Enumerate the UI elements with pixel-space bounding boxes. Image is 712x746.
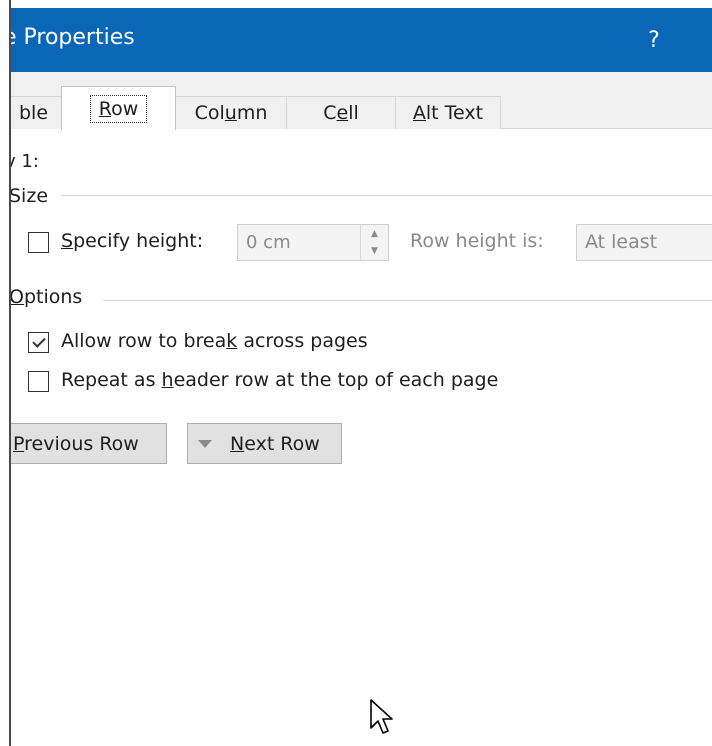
size-group-divider bbox=[61, 195, 712, 196]
row-height-value: 0 cm bbox=[246, 232, 291, 253]
next-row-button[interactable]: Next Row bbox=[187, 423, 342, 464]
row-height-spinner[interactable]: 0 cm ▲ ▼ bbox=[237, 224, 389, 261]
size-group-heading: Size bbox=[11, 185, 48, 207]
size-heading-text: Size bbox=[11, 185, 49, 207]
left-window-edge bbox=[0, 0, 11, 746]
next-row-label: Next Row bbox=[230, 432, 320, 455]
checkmark-icon bbox=[31, 334, 46, 348]
repeat-header-checkbox[interactable] bbox=[28, 371, 49, 392]
table-properties-dialog: e Properties ? ble Row Column Cell Alt T… bbox=[11, 8, 712, 746]
tab-column-label: Column bbox=[194, 102, 268, 124]
help-button[interactable]: ? bbox=[611, 8, 697, 72]
tab-alt-text-label: Alt Text bbox=[412, 102, 484, 124]
specify-height-checkbox[interactable] bbox=[28, 232, 49, 253]
tab-cell-label: Cell bbox=[323, 102, 359, 124]
tab-cell[interactable]: Cell bbox=[286, 96, 396, 129]
tab-column[interactable]: Column bbox=[175, 96, 287, 129]
title-bar: e Properties ? bbox=[11, 8, 712, 72]
tab-alt-text-mnemonic: A bbox=[412, 102, 426, 124]
spinner-buttons: ▲ ▼ bbox=[360, 225, 388, 260]
previous-row-mnemonic: P bbox=[13, 432, 25, 455]
tab-row-mnemonic: R bbox=[98, 97, 112, 120]
options-heading-text: Options bbox=[11, 286, 83, 308]
specify-height-label: Specify height: bbox=[61, 230, 204, 252]
row-height-is-value: At least bbox=[585, 231, 658, 253]
row-height-is-label: Row height is: bbox=[410, 230, 544, 252]
repeat-header-label: Repeat as header row at the top of each … bbox=[61, 369, 499, 391]
row-number-label: v 1: bbox=[11, 151, 39, 172]
tab-column-mnemonic: u bbox=[224, 102, 237, 124]
row-height-is-select[interactable]: At least bbox=[576, 224, 712, 261]
dialog-title: e Properties bbox=[11, 25, 135, 50]
row-tab-panel: v 1: Size Specify height: 0 cm ▲ ▼ Row h… bbox=[11, 129, 712, 746]
triangle-down-icon bbox=[198, 439, 212, 448]
spin-down-arrow-icon[interactable]: ▼ bbox=[361, 242, 388, 259]
options-group-heading: Options bbox=[11, 286, 82, 308]
specify-height-mnemonic: S bbox=[61, 230, 74, 252]
allow-break-label: Allow row to break across pages bbox=[61, 330, 368, 352]
mouse-pointer-icon bbox=[370, 699, 393, 734]
tab-alt-text[interactable]: Alt Text bbox=[395, 96, 501, 129]
allow-break-mnemonic: k bbox=[226, 330, 238, 352]
tab-row-label: Row bbox=[89, 94, 148, 123]
options-mnemonic: O bbox=[11, 286, 24, 308]
next-row-mnemonic: N bbox=[230, 432, 245, 455]
tab-table[interactable]: ble bbox=[11, 96, 66, 129]
previous-row-label: Previous Row bbox=[13, 432, 139, 455]
spin-up-arrow-icon[interactable]: ▲ bbox=[361, 225, 388, 242]
previous-row-button[interactable]: Previous Row bbox=[11, 423, 167, 464]
tab-row[interactable]: Row bbox=[61, 86, 176, 130]
repeat-header-mnemonic: h bbox=[161, 369, 174, 391]
tab-table-label: ble bbox=[18, 102, 49, 124]
allow-break-checkbox[interactable] bbox=[28, 332, 49, 353]
options-group-divider bbox=[103, 300, 712, 301]
tab-cell-mnemonic: e bbox=[336, 102, 349, 124]
